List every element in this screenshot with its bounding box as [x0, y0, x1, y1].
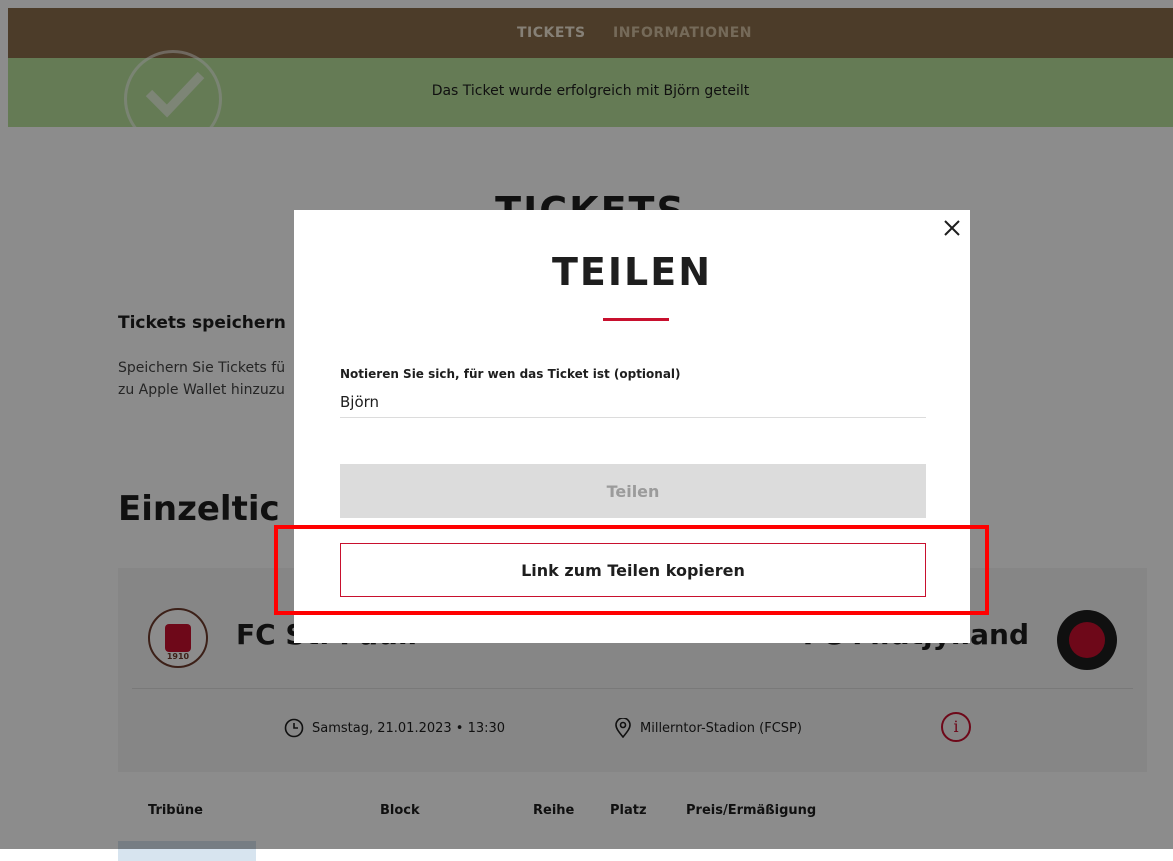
copy-link-button[interactable]: Link zum Teilen kopieren [340, 543, 926, 597]
recipient-input[interactable] [340, 387, 926, 418]
dialog-title: TEILEN [552, 250, 712, 294]
share-dialog: TEILEN Notieren Sie sich, für wen das Ti… [294, 210, 970, 643]
title-underline [603, 318, 669, 321]
share-button[interactable]: Teilen [340, 464, 926, 518]
page: TICKETS INFORMATIONEN Das Ticket wurde e… [0, 0, 1173, 861]
recipient-field-label: Notieren Sie sich, für wen das Ticket is… [340, 367, 681, 381]
close-icon[interactable] [940, 216, 964, 240]
